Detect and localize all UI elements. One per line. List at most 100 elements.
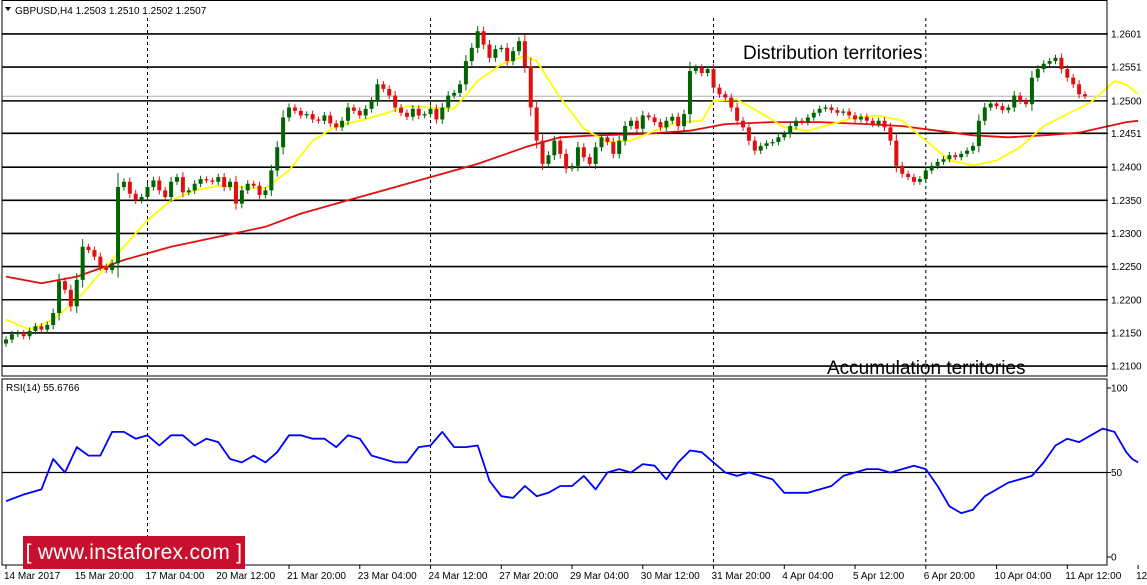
- candle-body: [817, 108, 822, 113]
- candle-body: [699, 67, 704, 74]
- candle-body: [493, 49, 498, 58]
- candle-body: [894, 140, 899, 166]
- candle-body: [676, 116, 681, 127]
- candle-body: [287, 107, 292, 118]
- candle-body: [799, 120, 804, 123]
- candle-body: [605, 137, 610, 142]
- candle-body: [86, 246, 91, 251]
- candle-body: [310, 114, 315, 120]
- candle-body: [829, 107, 834, 111]
- candle-body: [198, 179, 203, 184]
- symbol-title: GBPUSD,H4 1.2503 1.2510 1.2502 1.2507: [15, 6, 207, 17]
- candle-body: [682, 114, 687, 127]
- candle-body: [27, 330, 32, 337]
- candle-body: [794, 120, 799, 127]
- chart-canvas: 1.2601 1.2551 1.2500 1.2451 1.2400 1.2350 1.23…: [0, 0, 1147, 585]
- candle-body: [634, 120, 639, 129]
- time-tick-label: 15 Mar 20:00: [75, 571, 134, 582]
- candle-body: [805, 117, 810, 123]
- candle-body: [345, 107, 350, 121]
- candle-body: [570, 165, 575, 169]
- time-tick-label: 10 Apr 04:00: [995, 571, 1052, 582]
- price-tick-label: 1.2601: [1111, 29, 1142, 40]
- candle-body: [746, 127, 751, 141]
- price-tick-label: 1.2200: [1111, 295, 1142, 306]
- time-tick-label: 30 Mar 12:00: [641, 571, 700, 582]
- candle-body: [51, 313, 56, 325]
- candle-body: [1012, 95, 1017, 108]
- candle-body: [705, 69, 710, 74]
- time-tick-label: 29 Mar 04:00: [570, 571, 629, 582]
- candle-body: [446, 95, 451, 108]
- candle-body: [369, 100, 374, 109]
- price-tick-label: 1.2451: [1111, 129, 1142, 140]
- time-tick-label: 17 Mar 04:00: [146, 571, 205, 582]
- price-tick-label: 1.2551: [1111, 63, 1142, 74]
- candle-body: [752, 140, 757, 151]
- candle-body: [953, 155, 958, 158]
- candle-body: [157, 180, 162, 191]
- candle-body: [204, 179, 209, 181]
- candle-body: [121, 181, 126, 188]
- candle-body: [664, 120, 669, 128]
- candle-body: [1018, 95, 1023, 101]
- candle-body: [192, 183, 197, 191]
- candle-body: [687, 71, 692, 115]
- candle-body: [399, 107, 404, 113]
- candle-body: [375, 84, 380, 101]
- candle-body: [758, 145, 763, 151]
- candle-body: [15, 332, 20, 335]
- candle-body: [275, 147, 280, 171]
- price-tick-label: 1.2250: [1111, 262, 1142, 273]
- candle-body: [770, 141, 775, 144]
- candle-body: [1035, 69, 1040, 78]
- candle-body: [900, 165, 905, 174]
- candle-body: [628, 120, 633, 127]
- candle-body: [558, 140, 563, 154]
- candle-body: [888, 127, 893, 141]
- candle-body: [133, 193, 138, 201]
- candle-body: [982, 107, 987, 121]
- candle-body: [487, 44, 492, 58]
- candle-body: [39, 326, 44, 330]
- candle-body: [316, 119, 321, 121]
- candle-body: [1065, 69, 1070, 78]
- candle-body: [169, 181, 174, 197]
- candle-body: [74, 279, 79, 307]
- candle-body: [57, 281, 62, 314]
- candle-body: [1071, 77, 1076, 85]
- candle-body: [994, 103, 999, 107]
- candle-body: [540, 140, 545, 164]
- candle-body: [174, 177, 179, 182]
- candle-body: [1041, 63, 1046, 70]
- candle-body: [917, 179, 922, 182]
- candle-body: [463, 61, 468, 85]
- candle-body: [835, 110, 840, 113]
- candle-body: [935, 161, 940, 166]
- candle-body: [257, 185, 262, 196]
- candle-body: [475, 31, 480, 48]
- candle-body: [959, 153, 964, 158]
- candle-body: [711, 69, 716, 88]
- candle-body: [21, 332, 26, 337]
- candle-body: [847, 111, 852, 116]
- candle-body: [581, 147, 586, 158]
- candle-body: [505, 47, 510, 62]
- candle-body: [870, 120, 875, 125]
- candle-body: [1029, 77, 1034, 105]
- bull-candle: [687, 61, 692, 124]
- candle-body: [735, 107, 740, 121]
- candle-body: [534, 107, 539, 141]
- price-tick-label: 1.2100: [1111, 362, 1142, 373]
- candle-body: [575, 147, 580, 166]
- candle-body: [1000, 106, 1005, 111]
- candle-body: [723, 94, 728, 98]
- candle-body: [1053, 57, 1058, 62]
- candle-body: [858, 116, 863, 120]
- candle-body: [328, 115, 333, 124]
- candle-body: [404, 112, 409, 117]
- time-tick-label: 4 Apr 04:00: [782, 571, 834, 582]
- price-tick-label: 1.2350: [1111, 196, 1142, 207]
- candle-body: [788, 126, 793, 135]
- candle-body: [611, 141, 616, 154]
